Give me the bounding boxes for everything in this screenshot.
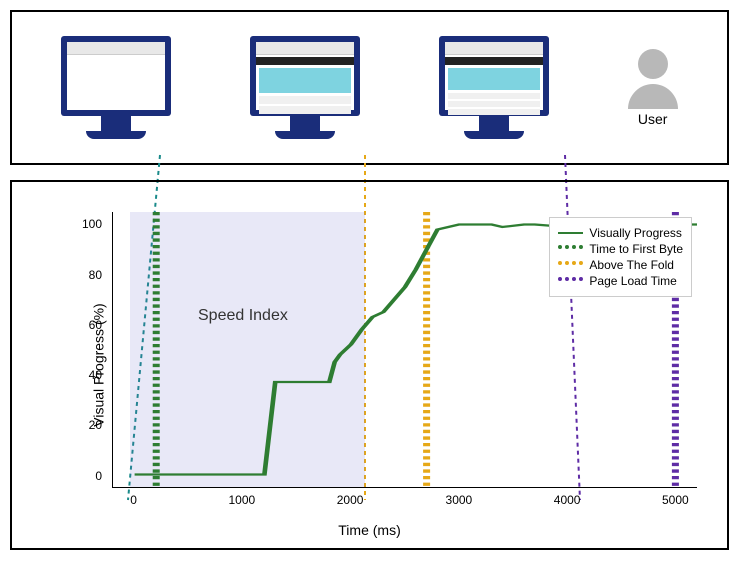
user-icon: User (628, 49, 678, 127)
monitor-blank (61, 36, 171, 139)
y-tick-100: 100 (82, 217, 102, 231)
x-tick-5000: 5000 (662, 493, 689, 507)
chart-panel: Visual Progress (%) Time (ms) 0 20 40 60… (10, 180, 729, 550)
speed-index-annotation: Speed Index (198, 307, 288, 325)
legend-swatch-dotted-icon (558, 245, 583, 253)
monitor-partial (250, 36, 360, 139)
x-tick-4000: 4000 (554, 493, 581, 507)
legend-label: Above The Fold (589, 258, 674, 272)
x-tick-0: 0 (130, 493, 137, 507)
y-tick-20: 20 (89, 418, 102, 432)
legend-swatch-dotted-icon (558, 261, 583, 269)
x-tick-3000: 3000 (446, 493, 473, 507)
legend-row-progress: Visually Progress (558, 226, 683, 240)
x-tick-1000: 1000 (229, 493, 256, 507)
y-tick-80: 80 (89, 268, 102, 282)
x-axis-label: Time (ms) (338, 522, 400, 538)
legend-label: Visually Progress (589, 226, 681, 240)
monitors-panel: User (10, 10, 729, 165)
y-tick-0: 0 (95, 469, 102, 483)
legend-label: Page Load Time (589, 274, 676, 288)
legend: Visually Progress Time to First Byte Abo… (549, 217, 692, 297)
legend-row-ttfb: Time to First Byte (558, 242, 683, 256)
user-label: User (628, 111, 678, 127)
x-tick-2000: 2000 (337, 493, 364, 507)
chart-area: Speed Index Visually Progress Time to Fi… (112, 212, 697, 488)
y-tick-40: 40 (89, 368, 102, 382)
y-ticks: 0 20 40 60 80 100 (72, 212, 107, 488)
legend-swatch-dotted-icon (558, 277, 583, 285)
legend-row-plt: Page Load Time (558, 274, 683, 288)
legend-label: Time to First Byte (589, 242, 683, 256)
legend-swatch-solid-icon (558, 232, 583, 234)
x-ticks: 0 1000 2000 3000 4000 5000 (112, 493, 697, 513)
legend-row-atf: Above The Fold (558, 258, 683, 272)
y-tick-60: 60 (89, 318, 102, 332)
monitor-full (439, 36, 549, 139)
